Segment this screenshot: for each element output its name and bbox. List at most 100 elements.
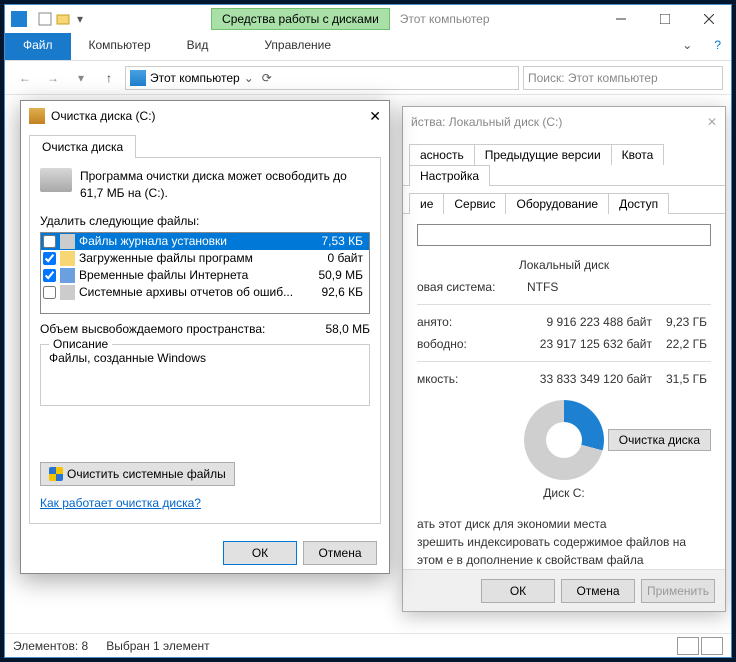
cleanup-file-list[interactable]: Файлы журнала установки 7,53 КБ Загружен… xyxy=(40,232,370,314)
properties-apply-button[interactable]: Применить xyxy=(641,579,715,603)
cleanup-ok-button[interactable]: ОК xyxy=(223,541,297,565)
qat-properties-icon[interactable] xyxy=(37,11,53,27)
file-icon xyxy=(60,285,75,300)
properties-close-icon[interactable]: ✕ xyxy=(707,115,717,129)
item-name: Временные файлы Интернета xyxy=(79,268,299,282)
tab-sharing[interactable]: Доступ xyxy=(608,193,669,214)
tab-general[interactable]: ие xyxy=(409,193,444,214)
ribbon-context-tab[interactable]: Средства работы с дисками xyxy=(211,8,390,30)
ribbon-file-tab[interactable]: Файл xyxy=(5,33,71,60)
tab-tools[interactable]: Сервис xyxy=(443,193,506,214)
tab-customize[interactable]: Настройка xyxy=(409,165,490,186)
how-it-works-link[interactable]: Как работает очистка диска? xyxy=(40,496,201,510)
cleanup-titlebar: Очистка диска (C:) ✕ xyxy=(21,101,389,131)
index-checkbox-label[interactable]: зрешить индексировать содержимое файлов … xyxy=(403,533,725,569)
ribbon-tab-manage[interactable]: Управление xyxy=(246,33,349,60)
delete-files-label: Удалить следующие файлы: xyxy=(40,214,370,228)
total-space-label: Объем высвобождаемого пространства: xyxy=(40,322,300,336)
properties-dialog: йства: Локальный диск (C:) ✕ асность Пре… xyxy=(402,106,726,612)
item-checkbox[interactable] xyxy=(43,286,56,299)
item-size: 92,6 КБ xyxy=(303,285,367,299)
filesystem-value: NTFS xyxy=(527,280,558,294)
cleanup-close-icon[interactable]: ✕ xyxy=(369,108,381,125)
refresh-icon[interactable]: ⟳ xyxy=(258,71,276,85)
list-item[interactable]: Системные архивы отчетов об ошиб... 92,6… xyxy=(41,284,369,301)
cleanup-cancel-button[interactable]: Отмена xyxy=(303,541,377,565)
list-item[interactable]: Временные файлы Интернета 50,9 МБ xyxy=(41,267,369,284)
capacity-label: мкость: xyxy=(417,372,527,386)
nav-recent-dropdown[interactable]: ▾ xyxy=(69,66,93,90)
cleanup-info-text: Программа очистки диска может освободить… xyxy=(80,168,370,202)
compress-checkbox-label[interactable]: ать этот диск для экономии места xyxy=(403,515,725,533)
close-button[interactable] xyxy=(687,5,731,33)
status-element-count: Элементов: 8 xyxy=(13,639,88,653)
tab-quota[interactable]: Квота xyxy=(611,144,665,165)
properties-titlebar: йства: Локальный диск (C:) ✕ xyxy=(403,107,725,137)
free-bytes: 23 917 125 632 байт xyxy=(527,337,652,351)
quick-access-toolbar: ▾ xyxy=(33,11,91,27)
disk-cleanup-dialog: Очистка диска (C:) ✕ Очистка диска Прогр… xyxy=(20,100,390,574)
item-name: Загруженные файлы программ xyxy=(79,251,299,265)
disk-cleanup-button[interactable]: Очистка диска xyxy=(608,429,711,451)
tab-hardware[interactable]: Оборудование xyxy=(505,193,609,214)
properties-buttons: ОК Отмена Применить xyxy=(403,569,725,611)
address-box[interactable]: Этот компьютер ⌄ ⟳ xyxy=(125,66,519,90)
item-checkbox[interactable] xyxy=(43,235,56,248)
address-text: Этот компьютер xyxy=(150,71,240,85)
chart-label: Диск C: xyxy=(543,486,584,500)
view-details-button[interactable] xyxy=(677,637,699,655)
list-item[interactable]: Файлы журнала установки 7,53 КБ xyxy=(41,233,369,250)
used-gb: 9,23 ГБ xyxy=(652,315,707,329)
view-icons-button[interactable] xyxy=(701,637,723,655)
free-gb: 22,2 ГБ xyxy=(652,337,707,351)
tab-security[interactable]: асность xyxy=(409,144,475,165)
item-size: 50,9 МБ xyxy=(303,268,367,282)
filesystem-label: овая система: xyxy=(417,280,527,294)
properties-tabs-row2: ие Сервис Оборудование Доступ xyxy=(403,186,725,214)
capacity-bytes: 33 833 349 120 байт xyxy=(527,372,652,386)
qat-dropdown-icon[interactable]: ▾ xyxy=(73,12,87,26)
ribbon-tab-view[interactable]: Вид xyxy=(169,33,227,60)
cleanup-tab[interactable]: Очистка диска xyxy=(29,135,136,158)
drive-label-input[interactable] xyxy=(417,224,711,246)
ribbon-tab-computer[interactable]: Компьютер xyxy=(71,33,169,60)
free-label: вободно: xyxy=(417,337,527,351)
tab-previous-versions[interactable]: Предыдущие версии xyxy=(474,144,612,165)
system-icon[interactable] xyxy=(11,11,27,27)
minimize-button[interactable] xyxy=(599,5,643,33)
cleanup-title-icon xyxy=(29,108,45,124)
computer-icon xyxy=(130,70,146,86)
properties-ok-button[interactable]: ОК xyxy=(481,579,555,603)
search-input[interactable]: Поиск: Этот компьютер xyxy=(523,66,723,90)
item-checkbox[interactable] xyxy=(43,252,56,265)
nav-up-button[interactable]: ↑ xyxy=(97,66,121,90)
status-bar: Элементов: 8 Выбран 1 элемент xyxy=(5,633,731,657)
app-title: Этот компьютер xyxy=(400,12,490,26)
list-item[interactable]: Загруженные файлы программ 0 байт xyxy=(41,250,369,267)
ribbon-collapse-icon[interactable]: ⌄ xyxy=(670,33,704,60)
drive-type-label: Локальный диск xyxy=(417,258,711,272)
shield-icon xyxy=(49,467,63,481)
used-label: анято: xyxy=(417,315,527,329)
used-bytes: 9 916 223 488 байт xyxy=(527,315,652,329)
item-checkbox[interactable] xyxy=(43,269,56,282)
cleanup-title-text: Очистка диска (C:) xyxy=(51,109,156,123)
qat-new-folder-icon[interactable] xyxy=(55,11,71,27)
description-group: Описание Файлы, созданные Windows xyxy=(40,344,370,406)
maximize-button[interactable] xyxy=(643,5,687,33)
cleanup-body: Программа очистки диска может освободить… xyxy=(29,157,381,524)
description-text: Файлы, созданные Windows xyxy=(49,351,361,365)
status-selected-count: Выбран 1 элемент xyxy=(106,639,209,653)
address-dropdown-icon[interactable]: ⌄ xyxy=(244,71,254,85)
properties-cancel-button[interactable]: Отмена xyxy=(561,579,635,603)
nav-back-button[interactable]: ← xyxy=(13,66,37,90)
clean-system-files-button[interactable]: Очистить системные файлы xyxy=(40,462,235,486)
nav-forward-button[interactable]: → xyxy=(41,66,65,90)
ribbon-help-icon[interactable]: ? xyxy=(704,33,731,60)
disk-usage-chart xyxy=(524,400,604,480)
item-name: Файлы журнала установки xyxy=(79,234,299,248)
folder-icon xyxy=(60,251,75,266)
ie-icon xyxy=(60,268,75,283)
ribbon: Файл Компьютер Вид Управление ⌄ ? xyxy=(5,33,731,61)
item-size: 7,53 КБ xyxy=(303,234,367,248)
